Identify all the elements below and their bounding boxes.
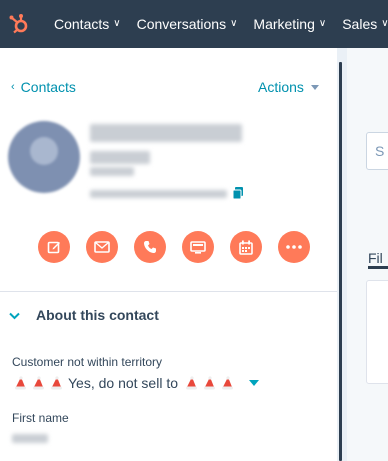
first-name-redacted[interactable] [12,434,48,443]
activity-card[interactable] [366,280,388,384]
section-divider [0,291,337,292]
back-link-label: Contacts [20,79,76,95]
nav-sales[interactable]: Sales ∨ [342,16,388,32]
territory-value: Yes, do not sell to [68,375,179,391]
nav-contacts[interactable]: Contacts ∨ [54,16,121,32]
phone-icon [143,240,157,254]
contact-record-sidebar: ‹ Contacts Actions About this contact Cu… [0,48,337,461]
nav-sales-label: Sales [342,16,378,32]
more-icon [286,245,302,249]
chevron-down-icon: ∨ [230,17,238,29]
santa-hat-icon [32,375,45,391]
filter-label[interactable]: Fil [368,250,383,266]
copy-icon[interactable] [231,186,245,200]
chevron-left-icon: ‹ [11,81,15,93]
call-button[interactable] [134,231,166,263]
screen-icon [190,240,206,254]
nav-marketing[interactable]: Marketing ∨ [253,16,326,32]
top-nav: Contacts ∨ Conversations ∨ Marketing ∨ S… [0,0,388,48]
chevron-down-icon [9,307,20,323]
search-input[interactable]: S [366,132,388,170]
santa-hat-icon [185,375,198,391]
chevron-down-icon: ∨ [381,17,388,29]
actions-label: Actions [258,79,304,95]
nav-conversations-label: Conversations [136,16,227,32]
envelope-icon [94,241,110,253]
log-activity-button[interactable] [182,231,214,263]
chevron-down-icon: ∨ [318,17,327,29]
avatar[interactable] [8,121,80,193]
about-section-title: About this contact [36,307,159,323]
property-label: Customer not within territory [12,355,163,369]
meeting-button[interactable] [230,231,262,263]
nav-contacts-label: Contacts [54,16,110,32]
caret-down-icon[interactable] [249,380,260,386]
edit-icon [47,240,61,254]
email-button[interactable] [86,231,118,263]
contact-company-redacted [90,167,134,176]
property-label: First name [12,411,69,425]
territory-select[interactable]: Yes, do not sell to [14,375,260,391]
calendar-icon [239,240,253,255]
actions-dropdown[interactable]: Actions [258,79,319,95]
search-placeholder: S [375,143,385,159]
santa-hat-icon [50,375,63,391]
santa-hat-icon [14,375,27,391]
nav-conversations[interactable]: Conversations ∨ [137,16,238,32]
note-button[interactable] [38,231,70,263]
more-button[interactable] [278,231,310,263]
scrollbar-thumb[interactable] [339,62,342,461]
caret-down-icon [310,84,319,90]
activity-panel: S Fil [347,48,388,461]
hubspot-logo-icon[interactable] [8,13,30,35]
back-to-contacts-link[interactable]: ‹ Contacts [11,79,76,95]
contact-title-redacted [90,151,150,164]
sidebar-scrollbar[interactable] [337,48,347,461]
contact-email-redacted [90,190,227,198]
santa-hat-icon [221,375,234,391]
nav-marketing-label: Marketing [253,16,315,32]
active-tab-indicator [368,266,388,269]
chevron-down-icon: ∨ [113,17,121,29]
contact-name-redacted [90,124,242,142]
about-section-toggle[interactable]: About this contact [9,307,159,323]
santa-hat-icon [203,375,216,391]
